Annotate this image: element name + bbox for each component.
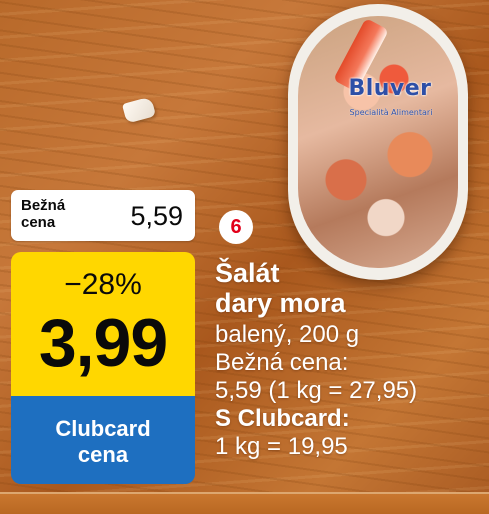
product-pack-size: balený, 200 g xyxy=(215,321,360,348)
discount-percentage: −28% xyxy=(64,268,142,301)
seafood-salad-image xyxy=(298,16,458,268)
clubcard-unit-price: 1 kg = 19,95 xyxy=(215,433,348,460)
regular-price-value: 5,59 xyxy=(130,201,183,231)
regular-price-box: Bežná cena 5,59 xyxy=(11,190,195,241)
product-info: Šalát dary mora balený, 200 g Bežná cena… xyxy=(215,258,485,461)
regular-price-label: Bežná cena xyxy=(21,197,66,231)
clubcard-price: 3,99 xyxy=(38,305,168,381)
product-name: Šalát dary mora xyxy=(215,258,346,318)
clubcard-heading: S Clubcard: xyxy=(215,405,350,432)
clubcard-price-label: Clubcard cena xyxy=(55,416,151,467)
clubcard-price-box: −28% 3,99 Clubcard cena xyxy=(11,252,195,484)
salt-crystal-decoration xyxy=(121,96,157,124)
product-photo xyxy=(288,4,468,280)
item-number-badge: 6 xyxy=(219,210,253,244)
regular-price-detail: 5,59 (1 kg = 27,95) xyxy=(215,377,418,404)
regular-price-heading: Bežná cena: xyxy=(215,349,349,376)
brand-subtitle: Specialità Alimentari xyxy=(349,108,433,117)
bottom-wood-strip xyxy=(0,492,489,514)
brand-logo: Bluver xyxy=(348,76,432,101)
